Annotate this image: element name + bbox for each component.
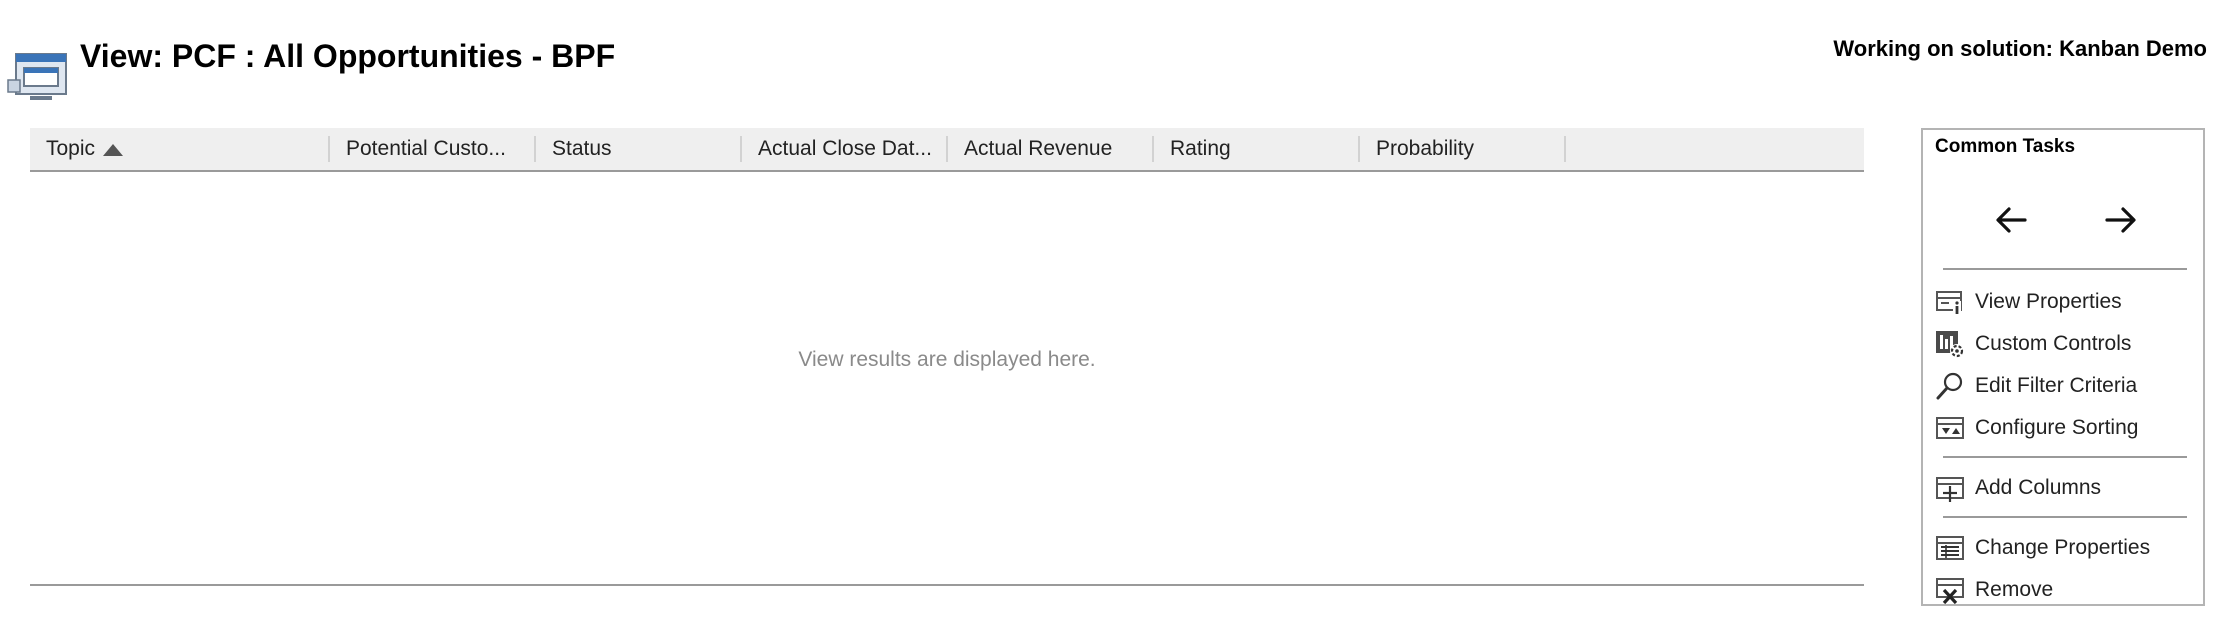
- column-header-actual-close-date[interactable]: Actual Close Dat...: [742, 128, 948, 170]
- custom-controls-button[interactable]: Custom Controls: [1935, 326, 2131, 362]
- remove-button[interactable]: Remove: [1935, 572, 2053, 608]
- column-label: Rating: [1170, 137, 1231, 160]
- common-tasks-panel: Common Tasks View Properties Custom Cont…: [1921, 128, 2205, 606]
- change-properties-button[interactable]: Change Properties: [1935, 530, 2150, 566]
- arrow-right-icon[interactable]: [2101, 200, 2141, 240]
- column-header-actual-revenue[interactable]: Actual Revenue: [948, 128, 1154, 170]
- configure-sorting-icon: [1936, 417, 1964, 439]
- separator: [1943, 456, 2187, 458]
- separator: [1943, 516, 2187, 518]
- grid-body: View results are displayed here.: [30, 172, 1864, 586]
- task-label: Remove: [1975, 578, 2054, 601]
- custom-controls-icon: [1936, 331, 1964, 358]
- task-label: Add Columns: [1975, 476, 2102, 499]
- arrow-left-icon[interactable]: [1991, 200, 2031, 240]
- column-header-probability[interactable]: Probability: [1360, 128, 1566, 170]
- column-label: Status: [552, 137, 612, 160]
- edit-filter-icon: [1936, 372, 1963, 400]
- view-icon: [7, 53, 67, 100]
- column-label: Topic: [46, 137, 96, 160]
- view-properties-icon: [1936, 291, 1962, 315]
- page-title: View: PCF : All Opportunities - BPF: [80, 38, 616, 74]
- change-properties-icon: [1936, 536, 1964, 560]
- solution-label: Working on solution: Kanban Demo: [1833, 36, 2207, 61]
- column-label: Actual Close Dat...: [758, 137, 932, 160]
- common-tasks-title: Common Tasks: [1935, 136, 2076, 157]
- remove-icon: [1936, 578, 1964, 605]
- view-editor: View: PCF : All Opportunities - BPF Work…: [0, 0, 2219, 626]
- add-columns-button[interactable]: Add Columns: [1935, 470, 2101, 506]
- column-label: Actual Revenue: [964, 137, 1113, 160]
- view-properties-button[interactable]: View Properties: [1935, 284, 2122, 320]
- empty-results-message: View results are displayed here.: [798, 348, 1096, 371]
- column-header-topic[interactable]: Topic: [30, 128, 330, 170]
- column-divider[interactable]: [1564, 136, 1566, 162]
- column-label: Potential Custo...: [346, 137, 506, 160]
- task-label: Change Properties: [1975, 536, 2151, 559]
- sort-ascending-icon: [103, 144, 124, 156]
- add-columns-icon: [1936, 477, 1964, 502]
- column-header-status[interactable]: Status: [536, 128, 742, 170]
- grid-header: Topic Potential Custo... Status Actual C…: [30, 128, 1864, 172]
- edit-filter-criteria-button[interactable]: Edit Filter Criteria: [1935, 368, 2137, 404]
- column-header-potential-customer[interactable]: Potential Custo...: [330, 128, 536, 170]
- task-label: View Properties: [1975, 290, 2122, 313]
- configure-sorting-button[interactable]: Configure Sorting: [1935, 410, 2138, 446]
- column-header-rating[interactable]: Rating: [1154, 128, 1360, 170]
- column-label: Probability: [1376, 137, 1475, 160]
- task-label: Configure Sorting: [1975, 416, 2139, 439]
- separator: [1943, 268, 2187, 270]
- task-label: Edit Filter Criteria: [1975, 374, 2138, 397]
- task-label: Custom Controls: [1975, 332, 2132, 355]
